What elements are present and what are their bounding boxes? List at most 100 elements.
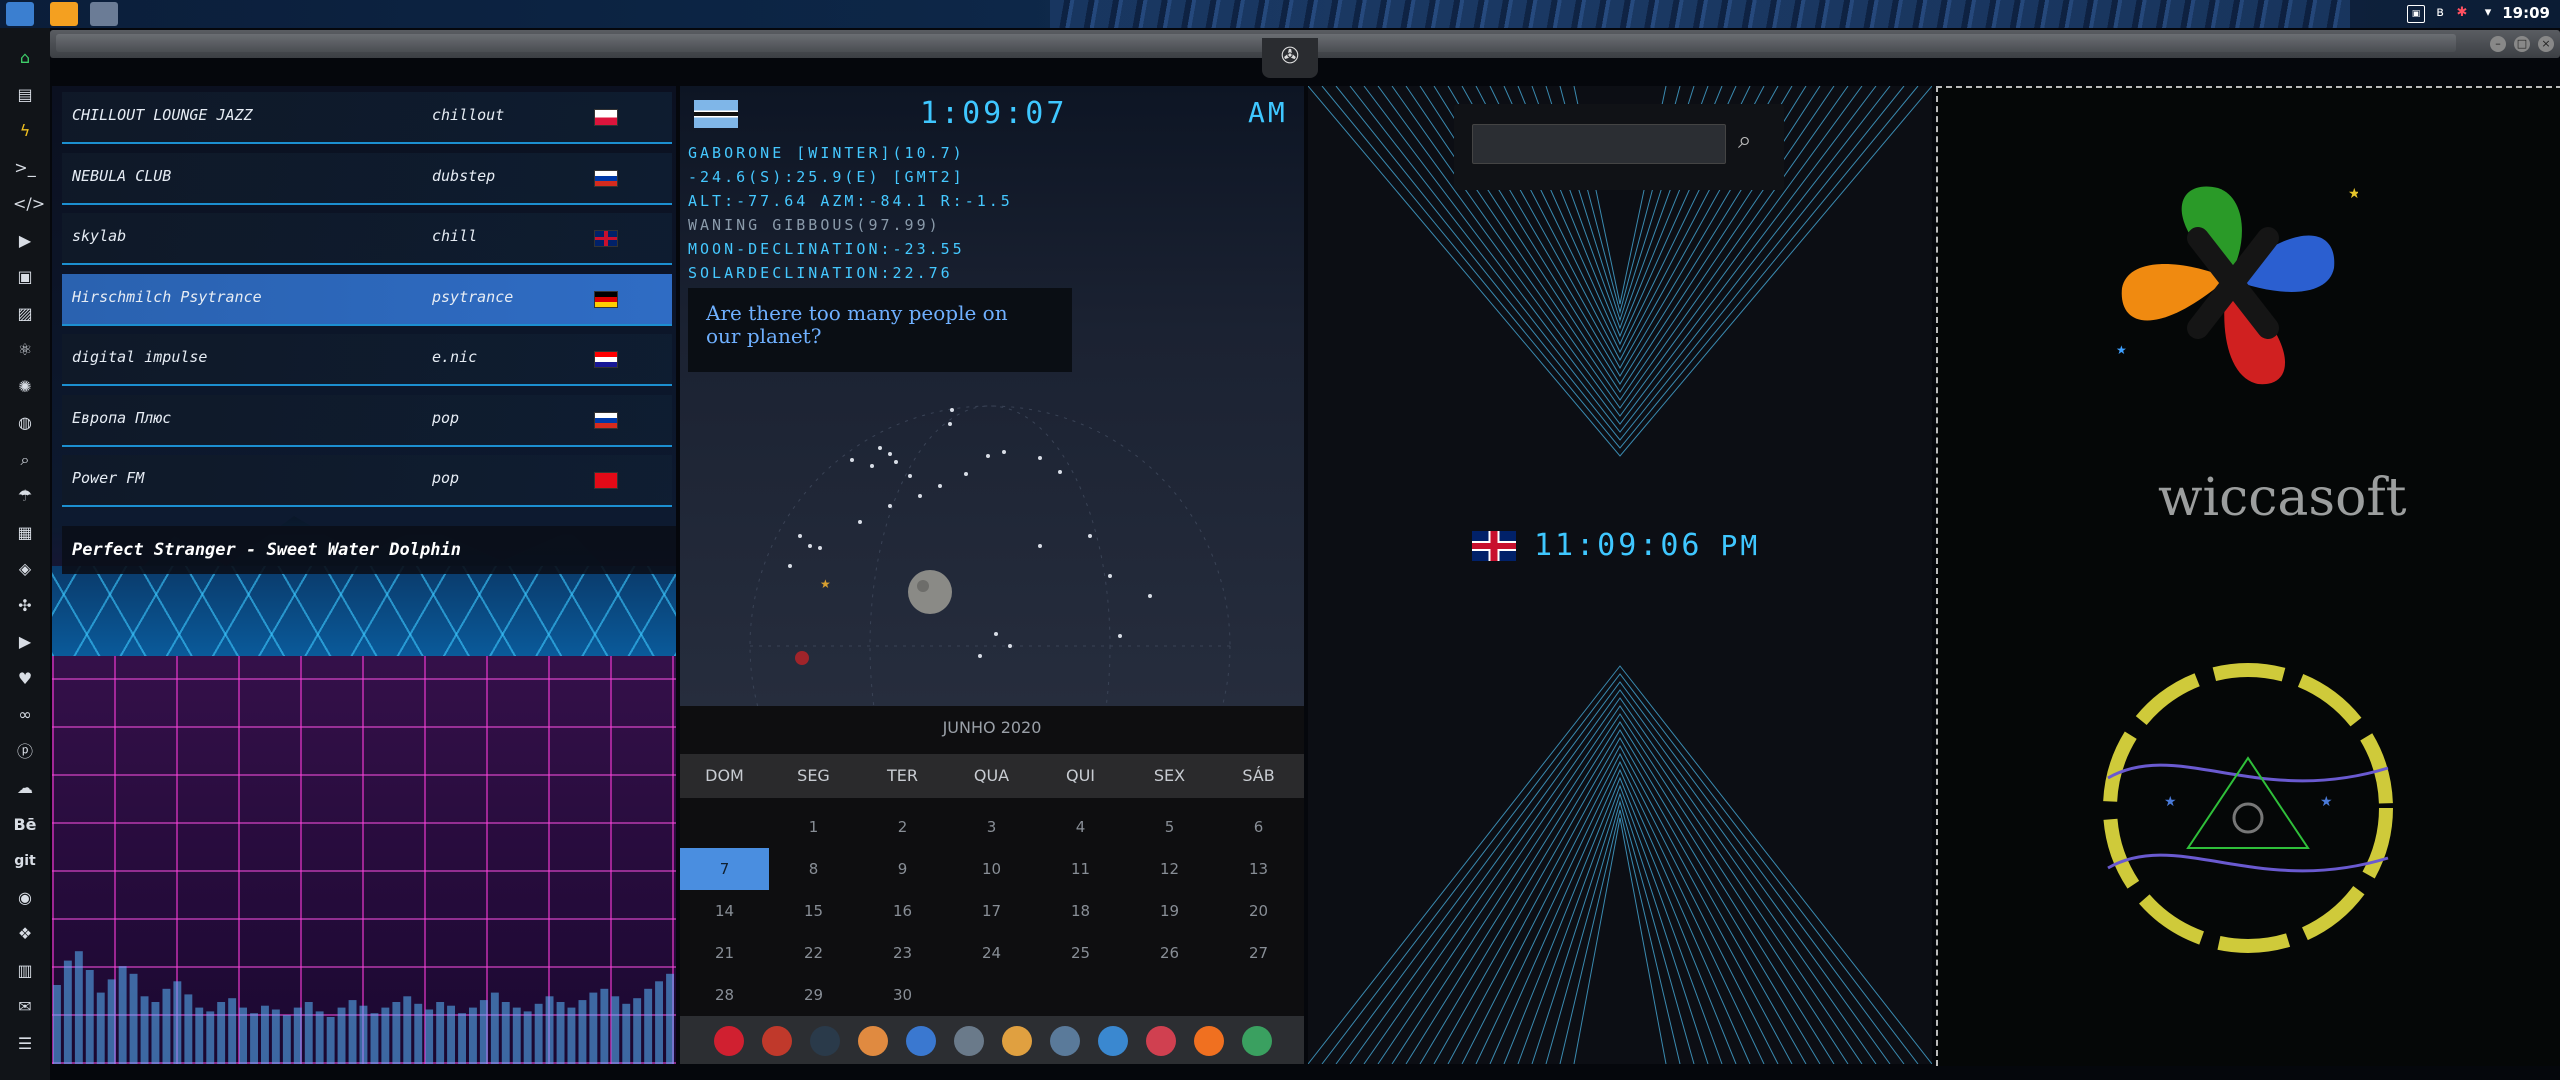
- star: [888, 452, 892, 456]
- side-dock: ⌂ ▤ ϟ >_ </> ▶ ▣ ▨ ⚛ ✺ ◍ ⌕ ☂ ▦ ◈ ✣ ▶ ♥ ∞ ⓟ ☁ Bē git ◉ ❖ ▥ ✉ ☰: [0, 28, 50, 1080]
- calendar-day[interactable]: 13: [1214, 848, 1303, 890]
- react-icon[interactable]: ✺: [13, 375, 37, 399]
- layers-icon[interactable]: ❖: [13, 922, 37, 946]
- maximize-button[interactable]: □: [2514, 36, 2530, 52]
- hourglass-icon[interactable]: [762, 1026, 792, 1056]
- calendar-day[interactable]: 17: [947, 890, 1036, 932]
- pinterest-icon[interactable]: ⓟ: [13, 740, 37, 764]
- document-icon[interactable]: ▤: [13, 83, 37, 107]
- photo-icon[interactable]: ▣: [2407, 5, 2425, 23]
- terminal-arrow-icon[interactable]: [1194, 1026, 1224, 1056]
- map-icon[interactable]: ▥: [13, 959, 37, 983]
- calendar-day[interactable]: 12: [1125, 848, 1214, 890]
- station-row[interactable]: Европа Плюс pop: [62, 394, 672, 447]
- calendar-day[interactable]: 29: [769, 974, 858, 1016]
- calendar-day[interactable]: 27: [1214, 932, 1303, 974]
- calendar-day[interactable]: 24: [947, 932, 1036, 974]
- youtube-icon[interactable]: ▶: [13, 630, 37, 654]
- media-icon[interactable]: ▣: [13, 265, 37, 289]
- home-icon[interactable]: ⌂: [13, 46, 37, 70]
- calendar-day[interactable]: 9: [858, 848, 947, 890]
- heart-icon[interactable]: ♥: [13, 667, 37, 691]
- spectrum-bar: [644, 988, 653, 1064]
- star: [1038, 456, 1042, 460]
- bolt-icon[interactable]: ϟ: [13, 119, 37, 143]
- calendar-day[interactable]: 26: [1125, 932, 1214, 974]
- clock-icon[interactable]: [1050, 1026, 1080, 1056]
- wifi-icon[interactable]: ▾: [2480, 5, 2496, 21]
- atom-icon[interactable]: ⚛: [13, 338, 37, 362]
- git-icon[interactable]: git: [13, 849, 37, 873]
- calendar-day[interactable]: 15: [769, 890, 858, 932]
- umbrella-icon[interactable]: ☂: [13, 484, 37, 508]
- calendar-day[interactable]: 23: [858, 932, 947, 974]
- calendar-day[interactable]: 22: [769, 932, 858, 974]
- close-button[interactable]: ×: [2538, 36, 2554, 52]
- magnifier-icon[interactable]: [1002, 1026, 1032, 1056]
- app-icon[interactable]: [90, 2, 118, 26]
- calendar-day[interactable]: 14: [680, 890, 769, 932]
- station-row[interactable]: digital impulse e.nic: [62, 334, 672, 386]
- search-icon[interactable]: ⌕: [13, 448, 37, 472]
- minimize-button[interactable]: –: [2490, 36, 2506, 52]
- calendar-day[interactable]: 1: [769, 806, 858, 848]
- calendar-day[interactable]: 20: [1214, 890, 1303, 932]
- github-icon[interactable]: ◉: [13, 886, 37, 910]
- translate-icon[interactable]: [906, 1026, 936, 1056]
- file-manager-icon[interactable]: [6, 2, 34, 26]
- station-row[interactable]: Power FM pop: [62, 455, 672, 507]
- calendar-day[interactable]: 11: [1036, 848, 1125, 890]
- spectrum-bar: [315, 1011, 324, 1064]
- globe-icon[interactable]: [1098, 1026, 1128, 1056]
- station-row[interactable]: CHILLOUT LOUNGE JAZZ chillout: [62, 92, 672, 144]
- news-icon[interactable]: [954, 1026, 984, 1056]
- calendar-day[interactable]: 21: [680, 932, 769, 974]
- calendar-day[interactable]: 30: [858, 974, 947, 1016]
- sublime-icon[interactable]: [50, 2, 78, 26]
- image-viewer-icon[interactable]: [858, 1026, 888, 1056]
- play-icon[interactable]: ▶: [13, 229, 37, 253]
- calendar-day[interactable]: 2: [858, 806, 947, 848]
- calendar-day[interactable]: 19: [1125, 890, 1214, 932]
- chevron-line: [1517, 784, 1723, 1064]
- bug-icon[interactable]: ✱: [2454, 5, 2470, 21]
- search-input[interactable]: [1472, 124, 1726, 164]
- bluetooth-icon[interactable]: ʙ: [2432, 5, 2448, 21]
- tag-icon[interactable]: ◈: [13, 557, 37, 581]
- terminal-icon[interactable]: >_: [13, 156, 37, 180]
- calendar-day[interactable]: 4: [1036, 806, 1125, 848]
- contact-icon[interactable]: ▦: [13, 521, 37, 545]
- calendar-day[interactable]: 10: [947, 848, 1036, 890]
- weekday-header: QUI: [1065, 766, 1096, 785]
- globe-icon[interactable]: ◍: [13, 411, 37, 435]
- infinity-icon[interactable]: ∞: [13, 703, 37, 727]
- search-icon[interactable]: ⌕: [1738, 126, 1768, 156]
- weekday-header: DOM: [705, 766, 744, 785]
- calendar-day[interactable]: 6: [1214, 806, 1303, 848]
- calendar-day[interactable]: 28: [680, 974, 769, 1016]
- calendar-day[interactable]: 5: [1125, 806, 1214, 848]
- spectrum-bar: [545, 996, 554, 1064]
- behance-icon[interactable]: Bē: [13, 813, 37, 837]
- calendar-day[interactable]: 3: [947, 806, 1036, 848]
- station-row[interactable]: NEBULA CLUB dubstep: [62, 152, 672, 205]
- image-icon[interactable]: ▨: [13, 302, 37, 326]
- calendar-day[interactable]: 18: [1036, 890, 1125, 932]
- cloud-icon[interactable]: ☁: [13, 776, 37, 800]
- calendar-icon[interactable]: [1146, 1026, 1176, 1056]
- mail-icon[interactable]: ✉: [13, 995, 37, 1019]
- station-row[interactable]: Hirschmilch Psytrance psytrance: [62, 273, 672, 326]
- arch-icon[interactable]: [714, 1026, 744, 1056]
- calendar-day[interactable]: 25: [1036, 932, 1125, 974]
- yandex-icon[interactable]: [1242, 1026, 1272, 1056]
- grid-icon[interactable]: ✣: [13, 594, 37, 618]
- station-row[interactable]: skylab chill: [62, 213, 672, 265]
- calendar-day[interactable]: 8: [769, 848, 858, 890]
- earth-icon[interactable]: [810, 1026, 840, 1056]
- calendar-day[interactable]: 7: [680, 848, 769, 890]
- server-icon[interactable]: ☰: [13, 1032, 37, 1056]
- code-icon[interactable]: </>: [13, 192, 45, 216]
- audio-spectrum: [53, 951, 674, 1064]
- calendar-day[interactable]: 16: [858, 890, 947, 932]
- system-clock[interactable]: 19:09: [2502, 4, 2550, 22]
